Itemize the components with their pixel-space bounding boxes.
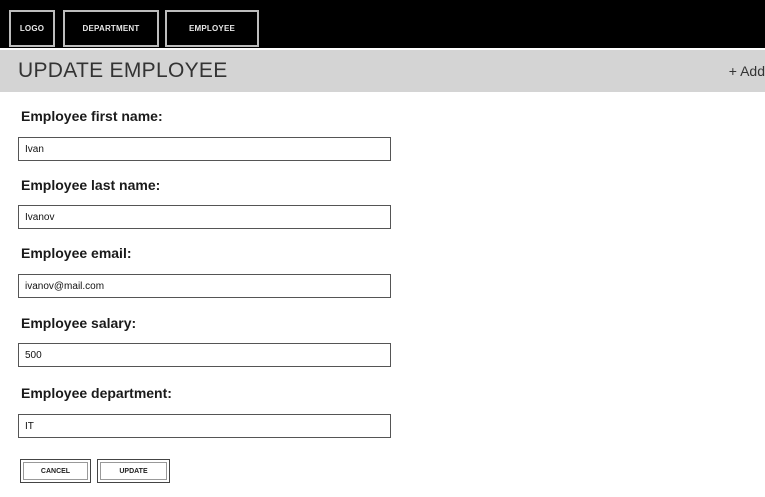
add-employee-link[interactable]: + Add <box>729 63 765 79</box>
salary-input[interactable] <box>18 343 391 367</box>
email-label: Employee email: <box>21 245 132 261</box>
department-label: Employee department: <box>21 385 172 401</box>
first-name-input[interactable] <box>18 137 391 161</box>
nav-logo-button[interactable]: LOGO <box>8 9 56 48</box>
title-bar: UPDATE EMPLOYEE + Add <box>0 50 765 92</box>
email-input[interactable] <box>18 274 391 298</box>
nav-employee-button[interactable]: EMPLOYEE <box>164 9 260 48</box>
top-nav: LOGO DEPARTMENT EMPLOYEE <box>0 0 765 48</box>
last-name-input[interactable] <box>18 205 391 229</box>
nav-department-button[interactable]: DEPARTMENT <box>62 9 160 48</box>
cancel-button[interactable]: CANCEL <box>20 459 91 483</box>
salary-label: Employee salary: <box>21 315 137 331</box>
update-button[interactable]: UPDATE <box>97 459 170 483</box>
last-name-label: Employee last name: <box>21 177 161 193</box>
first-name-label: Employee first name: <box>21 108 163 124</box>
page-title: UPDATE EMPLOYEE <box>18 59 228 82</box>
department-input[interactable] <box>18 414 391 438</box>
